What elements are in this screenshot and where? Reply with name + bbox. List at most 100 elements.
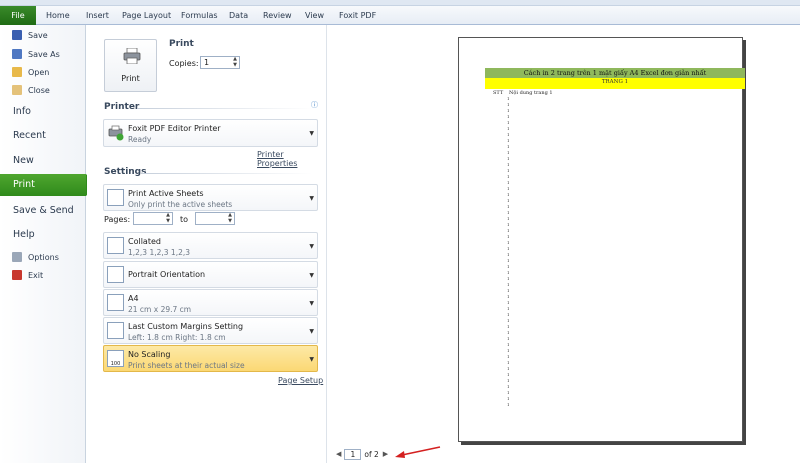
nav-open-label: Open [28,67,50,77]
stepper-arrows-icon[interactable]: ▲ ▼ [227,212,233,224]
nav-save[interactable]: Save [0,27,86,43]
copies-label: Copies: [169,59,199,68]
previous-page-icon[interactable]: ◀ [336,450,341,458]
paper-icon [107,294,124,311]
chevron-down-icon: ▼ [309,271,314,279]
orientation-main: Portrait Orientation [128,270,206,279]
paper-sub: 21 cm x 29.7 cm [128,305,192,314]
tab-data[interactable]: Data [229,9,248,22]
info-icon[interactable]: ⓘ [311,100,318,110]
printer-dropdown[interactable]: Foxit PDF Editor Printer Ready ▼ [103,119,318,147]
pages-to-input[interactable]: ▲ ▼ [195,212,235,225]
nav-print-label: Print [13,179,35,190]
nav-exit[interactable]: Exit [0,267,86,283]
pages-from-input[interactable]: ▲ ▼ [133,212,173,225]
nav-recent[interactable]: Recent [13,130,46,141]
collated-main: Collated [128,237,161,246]
sheet-subtitle: TRANG 1 [485,78,745,89]
tab-formulas[interactable]: Formulas [181,9,218,22]
nav-new[interactable]: New [13,155,34,166]
nav-close-label: Close [28,85,50,95]
print-what-main: Print Active Sheets [128,189,204,198]
paper-main: A4 [128,294,139,303]
nav-options[interactable]: Options [0,249,86,265]
nav-save-label: Save [28,30,48,40]
scaling-icon: 100 [107,350,124,367]
page-navigator: ◀ 1 of 2 ▶ [336,448,388,460]
save-as-icon [12,49,22,59]
chevron-down-icon: ▼ [309,194,314,202]
print-button[interactable]: Print [104,39,157,92]
pages-label: Pages: [104,215,131,224]
tab-review[interactable]: Review [263,9,292,22]
nav-save-as-label: Save As [28,49,60,59]
sheet-title: Cách in 2 trang trên 1 mặt giấy A4 Excel… [485,68,745,78]
close-folder-icon [12,85,22,95]
tab-page-layout[interactable]: Page Layout [122,9,171,22]
settings-divider [142,173,312,174]
print-settings-pane: Print Print Copies: 1 ▲ ▼ Printer ⓘ Foxit… [87,25,327,463]
margins-sub: Left: 1.8 cm Right: 1.8 cm [128,333,226,342]
print-what-dropdown[interactable]: Print Active Sheets Only print the activ… [103,184,318,211]
chevron-down-icon: ▼ [309,327,314,335]
table-row: 1 [507,402,510,407]
chevron-down-icon: ▼ [309,299,314,307]
nav-print[interactable]: Print [0,174,96,196]
scaling-dropdown[interactable]: 100 No Scaling Print sheets at their act… [103,345,318,372]
printer-icon [123,48,141,64]
options-icon [12,252,22,262]
stepper-arrows-icon[interactable]: ▲ ▼ [232,56,238,68]
portrait-icon [107,266,124,283]
tab-foxit-pdf[interactable]: Foxit PDF [339,9,376,22]
printer-heading: Printer [104,102,140,112]
exit-icon [12,270,22,280]
paper-size-dropdown[interactable]: A4 21 cm x 29.7 cm ▼ [103,289,318,316]
preview-page: Cách in 2 trang trên 1 mặt giấy A4 Excel… [458,37,745,442]
page-setup-link[interactable]: Page Setup [278,376,323,385]
margins-dropdown[interactable]: Last Custom Margins Setting Left: 1.8 cm… [103,317,318,344]
nav-save-send[interactable]: Save & Send [13,205,74,216]
printer-divider [137,108,312,109]
nav-save-as[interactable]: Save As [0,46,86,62]
collated-icon [107,237,124,254]
current-page-input[interactable]: 1 [344,448,362,460]
ribbon-tabs: File Home Insert Page Layout Formulas Da… [0,6,800,25]
next-page-icon[interactable]: ▶ [383,450,388,458]
nav-help[interactable]: Help [13,229,35,240]
tab-insert[interactable]: Insert [86,9,109,22]
collated-sub: 1,2,3 1,2,3 1,2,3 [128,248,191,257]
nav-open[interactable]: Open [0,64,86,80]
printer-status: Ready [128,135,152,144]
pages-to-label: to [180,215,189,224]
sheets-icon [107,189,124,206]
chevron-down-icon: ▼ [309,130,314,137]
save-icon [12,30,22,40]
printer-properties-link[interactable]: Printer Properties [257,150,326,168]
tab-view[interactable]: View [305,9,324,22]
nav-close[interactable]: Close [0,82,86,98]
column-content: Nội dung trang 1 [509,90,553,96]
sheet-rows: 1111111111111111111111111111111111111111… [507,96,510,408]
chevron-down-icon: ▼ [309,242,314,250]
orientation-dropdown[interactable]: Portrait Orientation ▼ [103,261,318,288]
annotation-arrow-icon [395,446,441,458]
margins-main: Last Custom Margins Setting [128,322,244,331]
print-button-label: Print [121,74,140,83]
collated-dropdown[interactable]: Collated 1,2,3 1,2,3 1,2,3 ▼ [103,232,318,259]
nav-info[interactable]: Info [13,106,31,117]
scaling-sub: Print sheets at their actual size [128,361,245,370]
nav-options-label: Options [28,252,59,262]
backstage-nav: Save Save As Open Close Info Recent New … [0,25,96,463]
print-preview: Cách in 2 trang trên 1 mặt giấy A4 Excel… [328,25,800,463]
copies-value: 1 [204,58,210,67]
tab-home[interactable]: Home [46,9,70,22]
margins-icon [107,322,124,339]
settings-heading: Settings [104,167,147,177]
printer-name: Foxit PDF Editor Printer [128,124,221,133]
copies-stepper[interactable]: 1 ▲ ▼ [200,56,240,69]
stepper-arrows-icon[interactable]: ▲ ▼ [165,212,171,224]
print-what-sub: Only print the active sheets [128,200,233,209]
open-folder-icon [12,67,22,77]
tab-file[interactable]: File [0,6,36,25]
print-heading: Print [169,39,194,49]
